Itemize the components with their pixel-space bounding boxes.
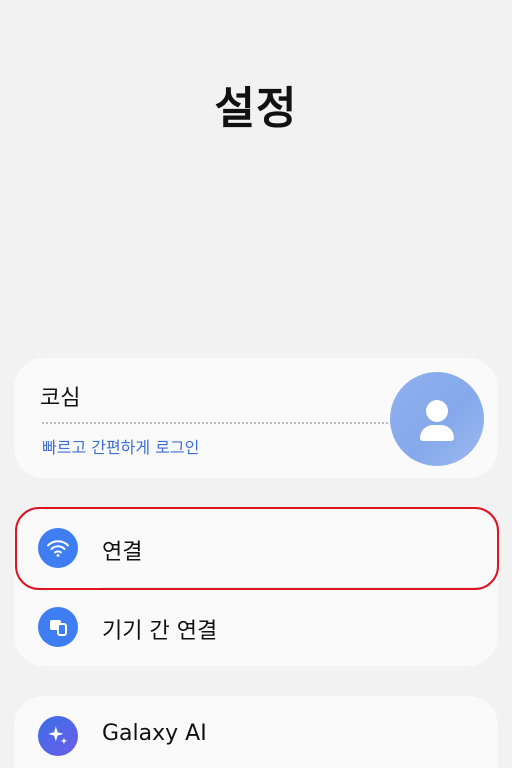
galaxy-ai-card[interactable]: Galaxy AI: [14, 696, 498, 768]
connections-label: 연결: [102, 540, 143, 565]
account-divider: [42, 422, 388, 424]
account-card[interactable]: 코심 빠르고 간편하게 로그인: [14, 358, 498, 478]
settings-screen: 설정 코심 빠르고 간편하게 로그인 연결 기기 간 연결 Galaxy AI: [0, 0, 512, 768]
avatar-head-icon: [426, 400, 448, 422]
settings-item-connections[interactable]: 연결: [14, 508, 498, 587]
galaxy-ai-label: Galaxy AI: [102, 721, 207, 746]
login-link[interactable]: 빠르고 간편하게 로그인: [42, 434, 199, 458]
account-name: 코심: [40, 386, 81, 411]
connections-card: 연결 기기 간 연결: [14, 508, 498, 666]
devices-icon: [38, 607, 78, 647]
page-title: 설정: [214, 83, 298, 134]
wifi-icon: [38, 528, 78, 568]
sparkle-icon: [38, 716, 78, 756]
avatar[interactable]: [390, 372, 484, 466]
avatar-body-icon: [420, 425, 454, 441]
settings-item-device-connection[interactable]: 기기 간 연결: [14, 587, 498, 666]
device-connection-label: 기기 간 연결: [102, 619, 218, 644]
